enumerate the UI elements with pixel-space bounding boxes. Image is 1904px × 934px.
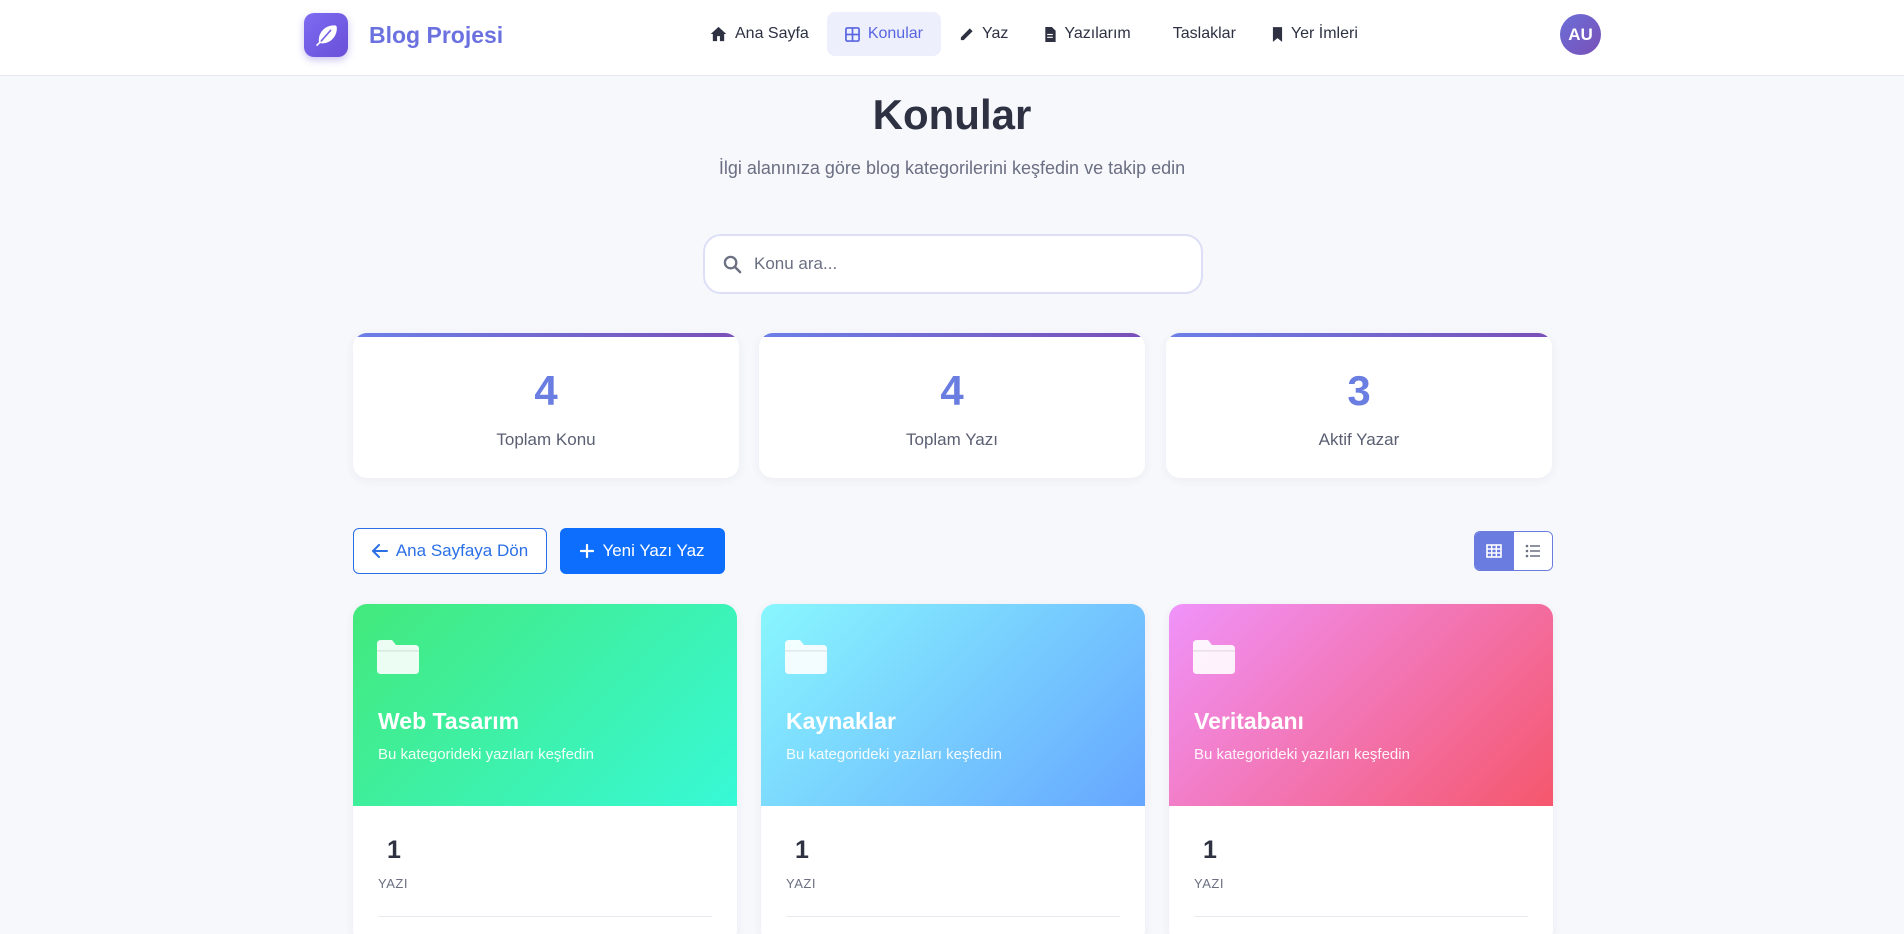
feather-logo-icon <box>304 13 348 57</box>
topic-post-count: 1 <box>1203 836 1217 864</box>
new-post-label: Yeni Yazı Yaz <box>602 541 705 560</box>
topic-card-header: Veritabanı Bu kategorideki yazıları keşf… <box>1169 604 1553 806</box>
home-icon <box>710 26 727 42</box>
back-home-button[interactable]: Ana Sayfaya Dön <box>353 528 547 574</box>
nav-item-label: Ana Sayfa <box>735 25 809 42</box>
topic-card-veritabani[interactable]: Veritabanı Bu kategorideki yazıları keşf… <box>1169 604 1553 934</box>
topic-name: Kaynaklar <box>786 708 896 734</box>
topic-name: Veritabanı <box>1194 708 1304 734</box>
topic-card-header: Web Tasarım Bu kategorideki yazıları keş… <box>353 604 737 806</box>
stat-value: 3 <box>1347 367 1371 414</box>
table-grid-icon <box>1486 544 1503 558</box>
topic-description: Bu kategorideki yazıları keşfedin <box>1194 746 1410 763</box>
stat-value: 4 <box>940 367 964 414</box>
pencil-icon <box>960 27 973 40</box>
avatar[interactable]: AU <box>1560 14 1601 55</box>
folder-icon <box>785 640 827 674</box>
nav-item-label: Taslaklar <box>1172 25 1236 42</box>
nav-item-konular[interactable]: Konular <box>826 12 941 56</box>
folder-icon <box>377 640 419 674</box>
topic-post-count: 1 <box>387 836 401 864</box>
nav-item-taslaklar[interactable]: Taslaklar <box>1149 12 1254 56</box>
nav-item-label: Konular <box>867 25 923 42</box>
page-subtitle: İlgi alanınıza göre blog kategorilerini … <box>718 158 1186 178</box>
brand-name: Blog Projesi <box>369 21 504 48</box>
view-toggle <box>1474 531 1553 571</box>
nav-item-yer-imleri[interactable]: Yer İmleri <box>1254 12 1376 56</box>
stat-card-total-posts: 4 Toplam Yazı <box>759 333 1145 478</box>
divider <box>378 916 712 917</box>
nav-item-label: Yaz <box>981 25 1009 42</box>
back-home-label: Ana Sayfaya Dön <box>395 541 529 560</box>
search-icon <box>723 255 742 273</box>
navbar: Blog Projesi Ana Sayfa Konular Yaz Yazıl… <box>0 0 1904 76</box>
search-box <box>703 234 1203 294</box>
list-icon <box>1525 544 1540 558</box>
new-post-button[interactable]: Yeni Yazı Yaz <box>560 528 725 574</box>
grid-view-button[interactable] <box>1475 532 1514 570</box>
search-input[interactable] <box>754 254 1154 274</box>
nav-item-label: Yazılarım <box>1064 25 1131 42</box>
nav-item-yaz[interactable]: Yaz <box>941 12 1026 56</box>
folder-icon <box>1193 640 1235 674</box>
brand[interactable]: Blog Projesi <box>304 13 503 57</box>
file-icon <box>1045 26 1056 42</box>
grid-icon <box>844 26 860 42</box>
bookmark-icon <box>1272 26 1282 42</box>
stat-label: Aktif Yazar <box>1318 430 1400 449</box>
plus-icon <box>580 544 595 558</box>
divider <box>786 916 1120 917</box>
nav-item-yazilarim[interactable]: Yazılarım <box>1026 12 1148 56</box>
topic-post-count: 1 <box>795 836 809 864</box>
list-view-button[interactable] <box>1513 532 1552 570</box>
topic-post-unit: YAZI <box>786 876 816 891</box>
stat-card-total-topics: 4 Toplam Konu <box>353 333 739 478</box>
topic-post-unit: YAZI <box>1194 876 1224 891</box>
topic-card-kaynaklar[interactable]: Kaynaklar Bu kategorideki yazıları keşfe… <box>761 604 1145 934</box>
topic-card-header: Kaynaklar Bu kategorideki yazıları keşfe… <box>761 604 1145 806</box>
topic-name: Web Tasarım <box>378 708 520 734</box>
stat-value: 4 <box>534 367 558 414</box>
stat-label: Toplam Konu <box>496 430 596 449</box>
stat-label: Toplam Yazı <box>906 430 998 449</box>
topic-card-web-tasarim[interactable]: Web Tasarım Bu kategorideki yazıları keş… <box>353 604 737 934</box>
topic-post-unit: YAZI <box>378 876 408 891</box>
topic-description: Bu kategorideki yazıları keşfedin <box>786 746 1002 763</box>
stat-card-active-authors: 3 Aktif Yazar <box>1166 333 1552 478</box>
arrow-left-icon <box>371 544 388 558</box>
topic-description: Bu kategorideki yazıları keşfedin <box>378 746 594 763</box>
nav-item-ana-sayfa[interactable]: Ana Sayfa <box>692 12 827 56</box>
divider <box>1194 916 1528 917</box>
nav-links: Ana Sayfa Konular Yaz Yazılarım Taslakla… <box>692 12 1376 56</box>
page-title: Konular <box>872 91 1032 138</box>
nav-item-label: Yer İmleri <box>1290 25 1358 42</box>
